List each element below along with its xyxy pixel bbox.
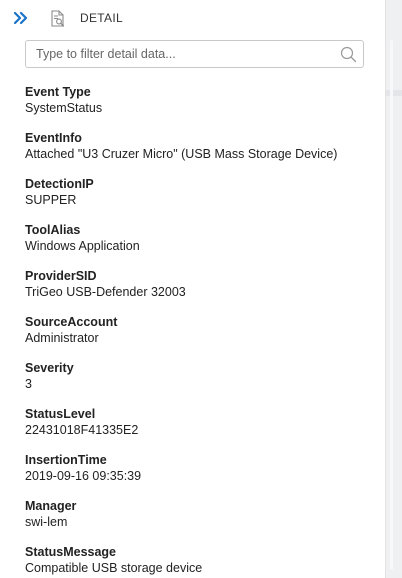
field-insertion-time: InsertionTime 2019-09-16 09:35:39: [25, 452, 380, 498]
field-value: Administrator: [25, 331, 99, 345]
detail-fields-list: Event Type SystemStatus EventInfo Attach…: [25, 84, 380, 578]
field-event-info: EventInfo Attached "U3 Cruzer Micro" (US…: [25, 130, 380, 176]
field-label: SourceAccount: [25, 315, 118, 329]
field-detection-ip: DetectionIP SUPPER: [25, 176, 380, 222]
filter-field[interactable]: [25, 40, 364, 68]
field-label: ToolAlias: [25, 223, 81, 237]
detail-panel: DETAIL Event Type SystemStatus EventInfo…: [0, 0, 386, 578]
field-label: StatusLevel: [25, 407, 96, 421]
field-value: swi-lem: [25, 515, 68, 529]
scrollbar-divider: [386, 90, 402, 96]
field-source-account: SourceAccount Administrator: [25, 314, 380, 360]
field-label: ProviderSID: [25, 269, 97, 283]
field-value: Attached "U3 Cruzer Micro" (USB Mass Sto…: [25, 147, 338, 161]
field-label: DetectionIP: [25, 177, 94, 191]
search-icon[interactable]: [340, 46, 357, 63]
field-severity: Severity 3: [25, 360, 380, 406]
field-value: SUPPER: [25, 193, 77, 207]
field-event-type: Event Type SystemStatus: [25, 84, 380, 130]
field-value: 3: [25, 377, 32, 391]
double-chevron-right-icon: [13, 11, 28, 25]
field-tool-alias: ToolAlias Windows Application: [25, 222, 380, 268]
filter-input[interactable]: [36, 41, 336, 67]
background-scrollbar[interactable]: [386, 0, 402, 578]
field-status-level: StatusLevel 22431018F41335E2: [25, 406, 380, 452]
document-search-icon: [50, 10, 66, 28]
field-label: Manager: [25, 499, 77, 513]
field-value: 2019-09-16 09:35:39: [25, 469, 142, 483]
panel-title: DETAIL: [80, 11, 123, 25]
field-provider-sid: ProviderSID TriGeo USB-Defender 32003: [25, 268, 380, 314]
panel-header: DETAIL: [0, 0, 385, 38]
scrollbar-thumb[interactable]: [390, 40, 393, 570]
field-label: InsertionTime: [25, 453, 107, 467]
field-value: 22431018F41335E2: [25, 423, 139, 437]
field-status-message: StatusMessage Compatible USB storage dev…: [25, 544, 380, 578]
field-value: Compatible USB storage device: [25, 561, 203, 575]
field-manager: Manager swi-lem: [25, 498, 380, 544]
field-label: Event Type: [25, 85, 91, 99]
detail-window: DETAIL Event Type SystemStatus EventInfo…: [0, 0, 402, 578]
field-value: TriGeo USB-Defender 32003: [25, 285, 186, 299]
field-label: EventInfo: [25, 131, 82, 145]
field-value: SystemStatus: [25, 101, 103, 115]
field-value: Windows Application: [25, 239, 140, 253]
field-label: Severity: [25, 361, 74, 375]
collapse-panel-button[interactable]: [12, 8, 30, 28]
field-label: StatusMessage: [25, 545, 117, 559]
